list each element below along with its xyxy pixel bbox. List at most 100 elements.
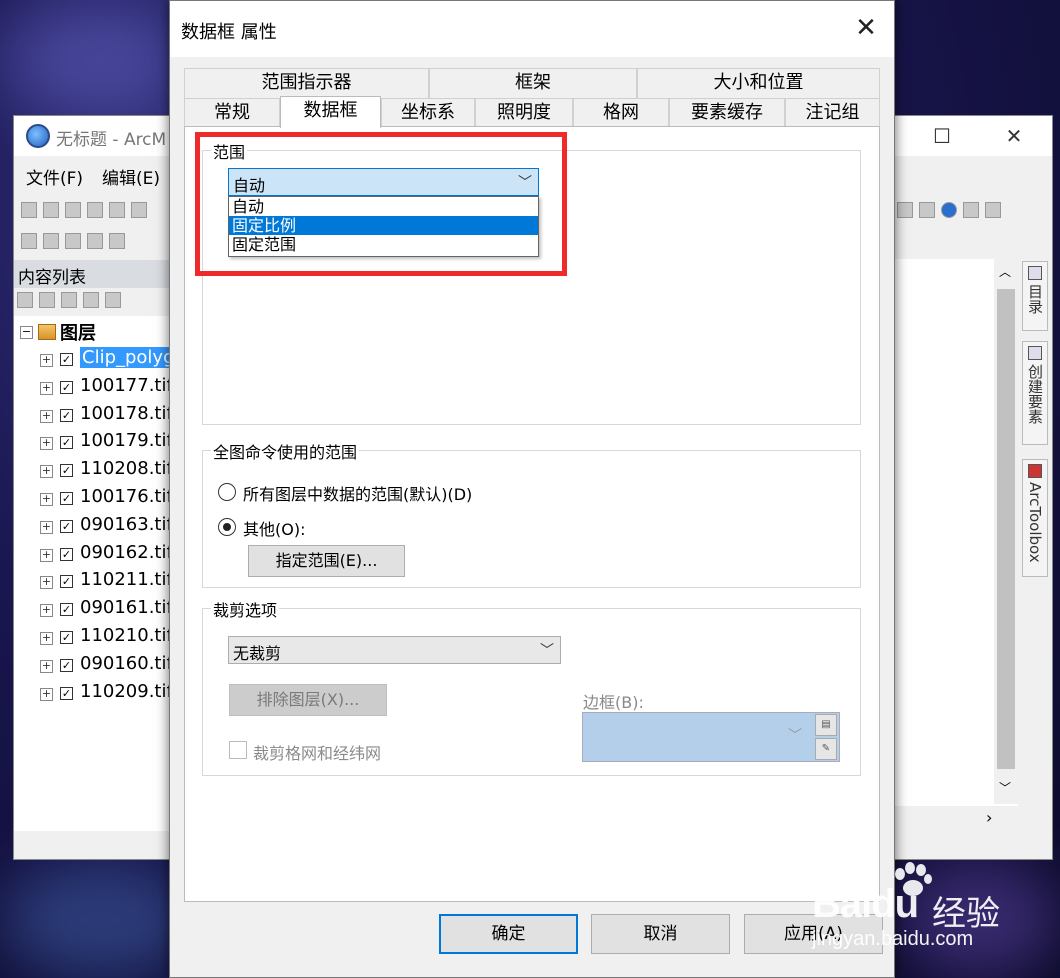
expand-icon[interactable]: + bbox=[40, 632, 53, 645]
radio-all-layers-circle[interactable] bbox=[218, 483, 236, 501]
specify-extent-button[interactable]: 指定范围(E)... bbox=[248, 545, 405, 577]
list-by-visibility-icon[interactable] bbox=[61, 292, 77, 308]
expand-icon[interactable]: + bbox=[40, 465, 53, 479]
toc-layer-row[interactable]: + ✓ 110209.tif bbox=[14, 680, 172, 708]
tab-annotation-groups[interactable]: 注记组 bbox=[785, 98, 880, 128]
expand-icon[interactable]: + bbox=[40, 687, 53, 701]
save-icon[interactable] bbox=[65, 202, 81, 218]
layer-visibility-checkbox[interactable]: ✓ bbox=[60, 631, 73, 644]
toc-root-layers[interactable]: − 图层 bbox=[14, 318, 172, 346]
expand-icon[interactable]: + bbox=[40, 576, 53, 590]
layer-visibility-checkbox[interactable]: ✓ bbox=[60, 519, 73, 533]
expand-icon[interactable]: + bbox=[40, 354, 53, 367]
tab-feature-cache[interactable]: 要素缓存 bbox=[669, 98, 785, 128]
tab-general[interactable]: 常规 bbox=[184, 98, 280, 128]
layer-visibility-checkbox[interactable]: ✓ bbox=[60, 492, 73, 505]
layer-visibility-checkbox[interactable]: ✓ bbox=[60, 658, 73, 672]
expand-icon[interactable]: + bbox=[40, 520, 53, 534]
side-tab-arctoolbox[interactable]: ArcToolbox bbox=[1022, 459, 1048, 577]
tab-illumination[interactable]: 照明度 bbox=[475, 98, 573, 128]
list-by-source-icon[interactable] bbox=[39, 292, 55, 308]
layer-visibility-checkbox[interactable]: ✓ bbox=[60, 408, 73, 422]
side-tab-create-features[interactable]: 创建要素 bbox=[1022, 341, 1048, 445]
expand-icon[interactable]: + bbox=[40, 659, 53, 673]
toc-layer-row[interactable]: + ✓ 110211.tif bbox=[14, 568, 172, 596]
cut-icon[interactable] bbox=[109, 202, 125, 218]
toc-layer-row[interactable]: + ✓ Clip_polyg bbox=[14, 346, 172, 374]
zoom-in-icon[interactable] bbox=[21, 233, 37, 249]
expand-icon[interactable]: + bbox=[40, 493, 53, 506]
exclude-layers-button[interactable]: 排除图层(X)... bbox=[229, 684, 387, 716]
toc-layer-row[interactable]: + ✓ 110208.tif bbox=[14, 457, 172, 485]
menu-edit[interactable]: 编辑(E) bbox=[102, 164, 160, 189]
fixed-zoom-icon[interactable] bbox=[109, 233, 125, 249]
select-elements-icon[interactable] bbox=[897, 202, 913, 218]
horizontal-scrollbar[interactable]: › bbox=[894, 806, 1018, 830]
toc-layer-row[interactable]: + ✓ 100179.tif bbox=[14, 429, 172, 457]
html-popup-icon[interactable] bbox=[985, 202, 1001, 218]
scroll-right-icon[interactable]: › bbox=[986, 808, 992, 827]
zoom-out-icon[interactable] bbox=[43, 233, 59, 249]
extent-mode-combo[interactable]: 自动 ﹀ bbox=[228, 168, 539, 196]
new-document-icon[interactable] bbox=[21, 202, 37, 218]
dropdown-option-fixed-extent[interactable]: 固定范围 bbox=[229, 235, 538, 254]
close-icon[interactable]: ✕ bbox=[999, 122, 1029, 150]
tab-size-and-position[interactable]: 大小和位置 bbox=[637, 68, 880, 98]
layer-visibility-checkbox[interactable]: ✓ bbox=[60, 380, 73, 394]
dropdown-option-auto[interactable]: 自动 bbox=[229, 197, 538, 216]
tab-frame[interactable]: 框架 bbox=[429, 68, 637, 98]
expand-icon[interactable]: + bbox=[40, 437, 53, 451]
layer-visibility-checkbox[interactable]: ✓ bbox=[60, 436, 73, 450]
toc-layer-row[interactable]: + ✓ 090161.tif bbox=[14, 596, 172, 624]
dropdown-option-fixed-scale[interactable]: 固定比例 bbox=[229, 216, 538, 235]
hyperlink-icon[interactable] bbox=[963, 202, 979, 218]
options-icon[interactable] bbox=[105, 292, 121, 308]
side-tab-catalog[interactable]: 目录 bbox=[1022, 261, 1048, 331]
pan-icon[interactable] bbox=[65, 233, 81, 249]
border-selector[interactable]: ﹀ ▤ ✎ bbox=[582, 712, 840, 762]
clip-mode-combo[interactable]: 无裁剪 ﹀ bbox=[228, 636, 561, 664]
toc-layer-row[interactable]: + ✓ 090160.tif bbox=[14, 652, 172, 680]
tab-data-frame[interactable]: 数据框 bbox=[280, 96, 381, 128]
vertical-scrollbar[interactable]: ︿ ﹀ bbox=[994, 259, 1018, 804]
pointer-icon[interactable] bbox=[919, 202, 935, 218]
layer-visibility-checkbox[interactable]: ✓ bbox=[60, 686, 73, 700]
expand-icon[interactable]: + bbox=[40, 604, 53, 618]
menu-file[interactable]: 文件(F) bbox=[26, 164, 83, 189]
print-icon[interactable] bbox=[87, 202, 103, 218]
list-by-drawing-order-icon[interactable] bbox=[17, 292, 33, 308]
list-by-selection-icon[interactable] bbox=[83, 292, 99, 308]
collapse-icon[interactable]: − bbox=[20, 326, 33, 339]
toc-layer-row[interactable]: + ✓ 090163.tif bbox=[14, 513, 172, 541]
close-icon[interactable]: ✕ bbox=[852, 13, 880, 43]
scroll-down-icon[interactable]: ﹀ bbox=[999, 779, 1011, 796]
radio-other-circle[interactable] bbox=[218, 518, 236, 536]
scroll-thumb[interactable] bbox=[997, 289, 1015, 769]
tab-grids[interactable]: 格网 bbox=[573, 98, 669, 128]
border-symbol-icon[interactable]: ▤ bbox=[815, 714, 837, 736]
tab-coordinate-system[interactable]: 坐标系 bbox=[381, 98, 475, 128]
tab-extent-indicators[interactable]: 范围指示器 bbox=[184, 68, 429, 98]
layer-visibility-checkbox[interactable]: ✓ bbox=[60, 464, 73, 478]
ok-button[interactable]: 确定 bbox=[439, 914, 578, 954]
toc-layer-row[interactable]: + ✓ 110210.tif bbox=[14, 624, 172, 652]
border-properties-icon[interactable]: ✎ bbox=[815, 738, 837, 760]
full-extent-icon[interactable] bbox=[87, 233, 103, 249]
maximize-icon[interactable]: ☐ bbox=[927, 122, 957, 150]
layer-visibility-checkbox[interactable]: ✓ bbox=[60, 547, 73, 561]
cancel-button[interactable]: 取消 bbox=[591, 914, 730, 954]
layer-visibility-checkbox[interactable]: ✓ bbox=[60, 603, 73, 617]
copy-icon[interactable] bbox=[131, 202, 147, 218]
toc-layer-row[interactable]: + ✓ 100177.tif bbox=[14, 374, 172, 402]
clip-grid-checkbox[interactable] bbox=[229, 741, 247, 759]
identify-icon[interactable] bbox=[941, 202, 957, 218]
open-folder-icon[interactable] bbox=[43, 202, 59, 218]
layer-visibility-checkbox[interactable]: ✓ bbox=[60, 353, 73, 366]
layer-visibility-checkbox[interactable]: ✓ bbox=[60, 575, 73, 589]
expand-icon[interactable]: + bbox=[40, 548, 53, 562]
toc-layer-row[interactable]: + ✓ 100176.tif bbox=[14, 485, 172, 513]
expand-icon[interactable]: + bbox=[40, 381, 53, 395]
scroll-up-icon[interactable]: ︿ bbox=[999, 263, 1011, 280]
expand-icon[interactable]: + bbox=[40, 409, 53, 423]
toc-layer-row[interactable]: + ✓ 100178.tif bbox=[14, 402, 172, 430]
